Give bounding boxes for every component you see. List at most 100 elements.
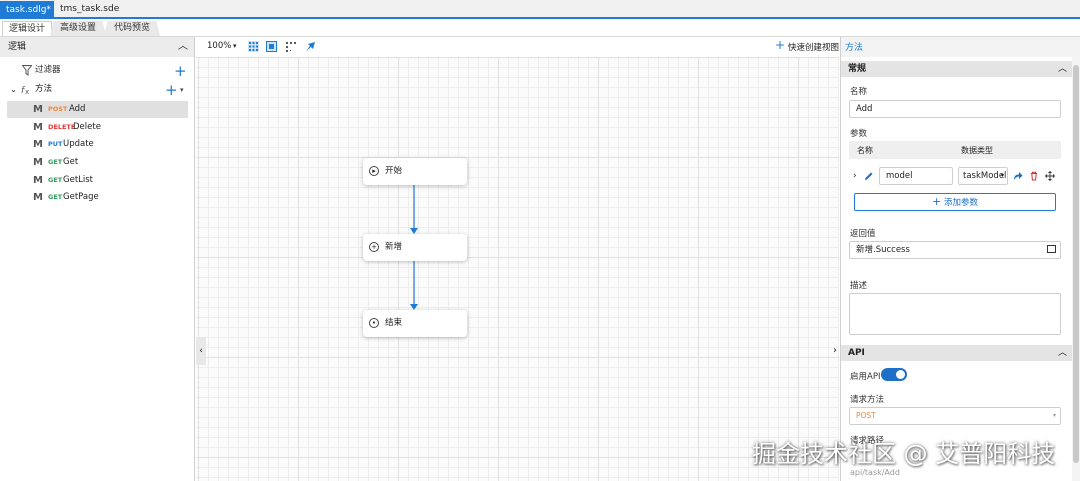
trash-icon[interactable] — [1029, 171, 1039, 181]
description-textarea[interactable] — [849, 293, 1061, 335]
tab-method[interactable]: 方法 — [845, 40, 863, 53]
chevron-up-icon[interactable]: ︿ — [1058, 61, 1067, 77]
params-table-header: 名称 数据类型 — [849, 141, 1061, 159]
expression-icon[interactable] — [1047, 245, 1056, 253]
properties-tab-bar: 方法 — [841, 37, 1080, 57]
method-verb: GET — [48, 176, 63, 184]
chevron-right-icon[interactable]: › — [853, 171, 857, 181]
chevron-down-icon[interactable]: ▾ — [1001, 172, 1004, 179]
add-param-button[interactable]: + 添加参数 — [854, 193, 1056, 211]
sub-tab-bar: 逻辑设计 高级设置 代码预览 — [0, 19, 1080, 37]
method-item[interactable]: M POST Add — [7, 101, 188, 118]
param-type-value: taskModel — [963, 171, 1007, 181]
methods-row[interactable]: ⌄ fx 方法 — [0, 81, 190, 98]
tab-code-preview[interactable]: 代码预览 — [104, 21, 160, 36]
function-icon: fx — [21, 86, 29, 95]
properties-scrollbar[interactable] — [1072, 57, 1080, 481]
collapse-right-handle[interactable]: › — [830, 337, 840, 365]
method-icon: M — [33, 139, 43, 150]
method-item[interactable]: M PUT Update — [7, 136, 188, 153]
request-method-select[interactable]: POST ▾ — [849, 407, 1061, 425]
file-tab-task-sdlg[interactable]: task.sdlg* ✕ — [0, 1, 65, 18]
name-label: 名称 — [850, 87, 868, 97]
flow-node-add[interactable]: + 新增 — [363, 234, 467, 261]
chevron-up-icon[interactable]: ︿ — [1058, 345, 1067, 361]
add-filter-button[interactable]: + — [174, 64, 187, 79]
name-field[interactable]: Add — [849, 100, 1061, 118]
chevron-down-icon[interactable]: ⌄ — [10, 81, 17, 98]
method-icon: M — [33, 122, 43, 133]
general-section-header[interactable]: 常规 ︿ — [841, 61, 1073, 77]
method-icon: M — [33, 104, 43, 115]
params-label: 参数 — [850, 129, 868, 139]
enable-api-toggle[interactable] — [881, 368, 907, 381]
return-label: 返回值 — [850, 229, 876, 239]
param-col-name: 名称 — [857, 146, 873, 155]
method-verb: POST — [48, 105, 68, 113]
add-method-button[interactable]: + — [165, 83, 178, 98]
logic-panel: 逻辑 ︿ 过滤器 + ⌄ fx 方法 + ▾ M POST Add M DELE… — [0, 37, 195, 481]
file-tab-label: task.sdlg* — [6, 5, 51, 15]
flow-node-start[interactable]: ▸ 开始 — [363, 158, 467, 185]
method-name: Add — [69, 104, 86, 114]
file-tab-tms-task-sde[interactable]: tms_task.sde — [54, 1, 119, 18]
plus-icon: + — [932, 195, 942, 208]
general-section-title: 常规 — [848, 64, 867, 74]
request-path-value: api/task/Add — [850, 468, 900, 477]
node-label: 结束 — [385, 318, 403, 328]
method-name: Update — [63, 139, 94, 149]
redirect-icon[interactable] — [1013, 171, 1023, 181]
method-item[interactable]: M GET GetList — [7, 172, 188, 189]
tab-logic-design[interactable]: 逻辑设计 — [2, 21, 52, 36]
method-verb: PUT — [48, 140, 63, 148]
api-section-title: API — [848, 348, 865, 358]
chevron-down-icon: ▾ — [1052, 412, 1056, 419]
method-item[interactable]: M GET GetPage — [7, 189, 188, 206]
chevron-down-icon[interactable]: ▾ — [180, 86, 184, 94]
collapse-left-handle[interactable]: ‹ — [196, 337, 206, 365]
node-label: 开始 — [385, 166, 403, 176]
chevron-up-icon[interactable]: ︿ — [178, 37, 188, 57]
tab-advanced-settings[interactable]: 高级设置 — [50, 21, 106, 36]
flow-node-end[interactable]: • 结束 — [363, 310, 467, 337]
request-method-label: 请求方法 — [850, 395, 885, 405]
scrollbar-thumb[interactable] — [1073, 65, 1079, 463]
method-name: GetPage — [63, 192, 99, 202]
method-verb: GET — [48, 193, 63, 201]
method-name: Get — [63, 157, 79, 167]
description-label: 描述 — [850, 281, 868, 291]
method-icon: M — [33, 192, 43, 203]
return-field[interactable]: 新增.Success — [849, 241, 1061, 259]
flow-connectors — [410, 185, 418, 310]
file-tab-bar: task.sdlg* ✕ tms_task.sde — [0, 0, 1080, 19]
toggle-knob — [896, 370, 905, 379]
play-icon: ▸ — [369, 166, 379, 176]
add-param-label: 添加参数 — [943, 198, 978, 208]
methods-label: 方法 — [35, 84, 53, 94]
method-item[interactable]: M GET Get — [7, 154, 188, 171]
move-icon[interactable] — [1045, 171, 1055, 181]
filter-row[interactable]: 过滤器 — [0, 62, 190, 79]
param-name-field[interactable]: model — [879, 167, 953, 185]
plus-circle-icon: + — [369, 242, 379, 252]
edit-icon[interactable] — [864, 171, 874, 181]
file-tab-label: tms_task.sde — [60, 4, 120, 14]
method-name: GetList — [63, 175, 94, 185]
method-icon: M — [33, 175, 43, 186]
filter-label: 过滤器 — [35, 65, 61, 75]
method-verb: DELETE — [48, 123, 76, 131]
param-col-type: 数据类型 — [961, 146, 993, 155]
flow-canvas-area: 100% ▾ + 快速创建视图 ▸ 开始 + 新增 • 结束 ‹ › — [196, 37, 839, 481]
node-label: 新增 — [385, 242, 403, 252]
properties-panel: 方法 常规 ︿ 名称 Add 参数 名称 数据类型 › model taskMo… — [840, 37, 1080, 481]
watermark: 掘金技术社区 @ 艾普阳科技 — [752, 440, 1056, 468]
filter-icon — [22, 65, 32, 76]
enable-api-label: 启用API — [850, 372, 881, 382]
request-method-value: POST — [856, 411, 876, 420]
method-verb: GET — [48, 158, 63, 166]
method-icon: M — [33, 157, 43, 168]
api-section-header[interactable]: API ︿ — [841, 345, 1073, 361]
method-item[interactable]: M DELETE Delete — [7, 119, 188, 136]
logic-panel-title: 逻辑 — [8, 42, 27, 52]
logic-panel-header: 逻辑 ︿ — [0, 37, 194, 57]
